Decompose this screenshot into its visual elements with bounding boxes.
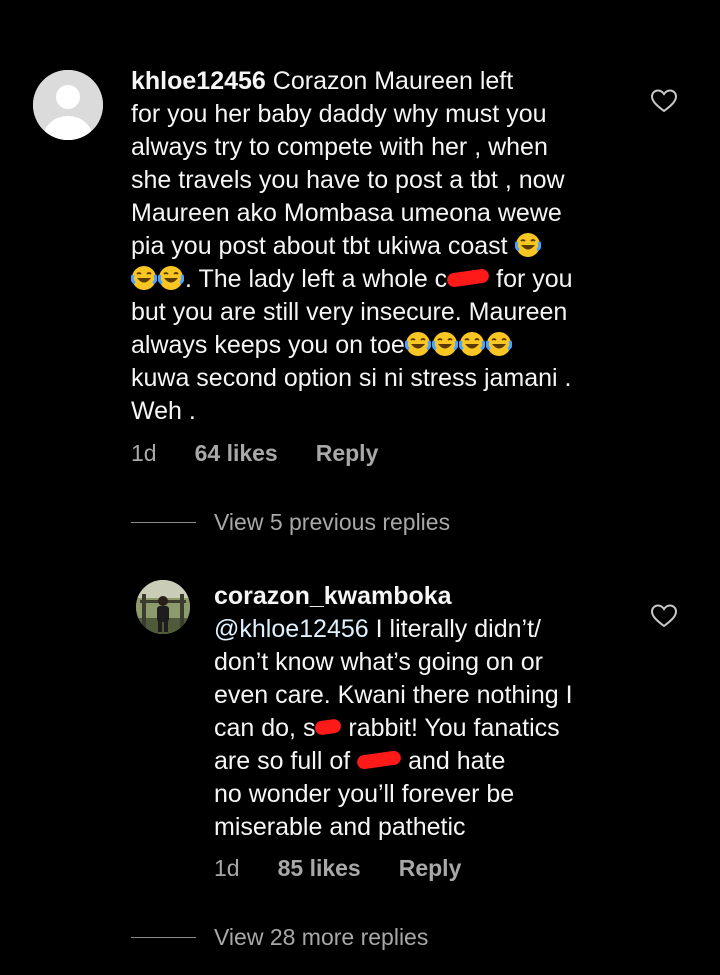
comment-text-line: no wonder you’ll forever be — [214, 780, 515, 808]
likes-count[interactable]: 85 likes — [278, 855, 361, 882]
redaction-mark — [314, 718, 343, 736]
view-previous-replies-label[interactable]: View 5 previous replies — [214, 509, 450, 536]
comment-text-line: I literally didn’t/ — [375, 615, 541, 643]
reply-button[interactable]: Reply — [399, 855, 462, 882]
comment-meta: 1d 64 likes Reply — [131, 440, 416, 467]
comment-text-line: are so full of — [214, 747, 351, 775]
comment-text-line: she travels you have to post a tbt , now — [131, 166, 565, 194]
mention-link[interactable]: @khloe12456 — [214, 615, 369, 643]
laughing-emoji-icon — [514, 233, 541, 257]
comment-text-line: but you are still very insecure. Maureen — [131, 298, 568, 326]
comment-text-line: Corazon Maureen left — [272, 67, 514, 95]
comment-meta: 1d 85 likes Reply — [214, 855, 499, 882]
laughing-emoji-icon — [158, 266, 184, 290]
comment-time: 1d — [131, 440, 157, 466]
redaction-mark — [446, 268, 490, 288]
likes-count[interactable]: 64 likes — [195, 440, 278, 467]
laughing-emoji-icon — [131, 266, 157, 290]
comment-text-line: can do, s — [214, 714, 316, 742]
divider-line — [131, 522, 196, 523]
comment-text-line: Maureen ako Mombasa umeona wewe — [131, 199, 562, 227]
view-more-replies[interactable]: View 28 more replies — [131, 924, 428, 951]
heart-icon[interactable] — [651, 89, 677, 113]
laughing-emoji-icon — [431, 332, 458, 356]
comment-text-line: miserable and pathetic — [214, 813, 466, 841]
view-previous-replies[interactable]: View 5 previous replies — [131, 509, 450, 536]
comment-text-line: always keeps you on toe — [131, 331, 405, 359]
redaction-mark — [356, 750, 402, 770]
comment-text-line: even care. Kwani there nothing I — [214, 681, 573, 709]
comment-text-line: don’t know what’s going on or — [214, 648, 543, 676]
laughing-emoji-icon — [404, 332, 431, 356]
comment-time: 1d — [214, 855, 240, 881]
view-more-replies-label[interactable]: View 28 more replies — [214, 924, 428, 951]
default-avatar-icon — [33, 70, 103, 140]
comment-text-line: always try to compete with her , when — [131, 133, 548, 161]
comment-username[interactable]: khloe12456 — [131, 67, 266, 95]
comment-body: khloe12456 Corazon Maureen left for you … — [131, 65, 636, 428]
comment-text-line: and hate — [408, 747, 506, 775]
comment-text-line: for you her baby daddy why must you — [131, 100, 547, 128]
avatar-corazon-kwamboka[interactable] — [136, 580, 190, 634]
divider-line — [131, 937, 196, 938]
heart-icon[interactable] — [651, 604, 677, 628]
comment-text-line: for you — [496, 265, 573, 293]
comment-text-line: . The lady left a whole c — [185, 265, 448, 293]
comment-text-line: kuwa second option si ni stress jamani . — [131, 364, 572, 392]
reply-button[interactable]: Reply — [316, 440, 379, 467]
profile-photo-icon — [136, 580, 190, 634]
avatar-khloe12456[interactable] — [33, 70, 103, 140]
comment-text-line: Weh . — [131, 397, 196, 425]
laughing-emoji-icon — [485, 332, 512, 356]
comment-username[interactable]: corazon_kwamboka — [214, 582, 452, 610]
laughing-emoji-icon — [458, 332, 485, 356]
reply-body: corazon_kwamboka @khloe12456 I literally… — [214, 580, 634, 844]
comment-text-line: rabbit! You fanatics — [348, 714, 560, 742]
comment-text-line: pia you post about tbt ukiwa coast — [131, 232, 508, 260]
